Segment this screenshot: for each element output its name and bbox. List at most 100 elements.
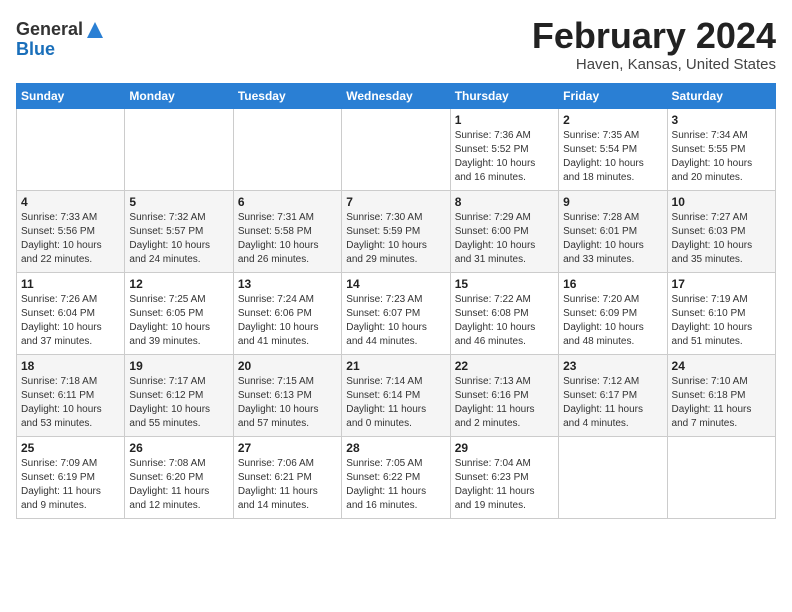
day-number: 25	[21, 441, 120, 455]
day-info: Sunrise: 7:29 AM Sunset: 6:00 PM Dayligh…	[455, 211, 554, 267]
col-header-sunday: Sunday	[17, 83, 125, 108]
calendar-cell: 24 Sunrise: 7:10 AM Sunset: 6:18 PM Dayli…	[667, 354, 775, 436]
week-row-5: 25 Sunrise: 7:09 AM Sunset: 6:19 PM Dayli…	[17, 436, 776, 518]
day-number: 10	[672, 195, 771, 209]
day-info: Sunrise: 7:32 AM Sunset: 5:57 PM Dayligh…	[129, 211, 228, 267]
day-number: 6	[238, 195, 337, 209]
week-row-4: 18Sunrise: 7:18 AM Sunset: 6:11 PM Dayli…	[17, 354, 776, 436]
day-info: Sunrise: 7:06 AM Sunset: 6:21 PM Dayligh…	[238, 457, 337, 513]
day-info: Sunrise: 7:35 AM Sunset: 5:54 PM Dayligh…	[563, 129, 662, 185]
calendar-cell: 12 Sunrise: 7:25 AM Sunset: 6:05 PM Dayli…	[125, 272, 233, 354]
day-info: Sunrise: 7:24 AM Sunset: 6:06 PM Dayligh…	[238, 293, 337, 349]
day-number: 12	[129, 277, 228, 291]
main-title: February 2024	[532, 16, 776, 56]
day-number: 7	[346, 195, 445, 209]
calendar-cell	[17, 108, 125, 190]
calendar-cell: 9 Sunrise: 7:28 AM Sunset: 6:01 PM Daylig…	[559, 190, 667, 272]
day-number: 13	[238, 277, 337, 291]
day-number: 29	[455, 441, 554, 455]
page-container: General Blue February 2024 Haven, Kansas…	[0, 0, 792, 527]
calendar-cell: 19Sunrise: 7:17 AM Sunset: 6:12 PM Dayli…	[125, 354, 233, 436]
day-number: 8	[455, 195, 554, 209]
logo-general-text: General	[16, 20, 83, 40]
subtitle: Haven, Kansas, United States	[532, 56, 776, 73]
col-header-friday: Friday	[559, 83, 667, 108]
day-number: 19	[129, 359, 228, 373]
day-info: Sunrise: 7:18 AM Sunset: 6:11 PM Dayligh…	[21, 375, 120, 431]
day-number: 2	[563, 113, 662, 127]
day-number: 1	[455, 113, 554, 127]
week-row-1: 1 Sunrise: 7:36 AM Sunset: 5:52 PM Daylig…	[17, 108, 776, 190]
day-info: Sunrise: 7:15 AM Sunset: 6:13 PM Dayligh…	[238, 375, 337, 431]
day-number: 5	[129, 195, 228, 209]
calendar-cell: 16Sunrise: 7:20 AM Sunset: 6:09 PM Dayli…	[559, 272, 667, 354]
calendar-cell: 18Sunrise: 7:18 AM Sunset: 6:11 PM Dayli…	[17, 354, 125, 436]
calendar-cell: 14 Sunrise: 7:23 AM Sunset: 6:07 PM Dayli…	[342, 272, 450, 354]
header-row: SundayMondayTuesdayWednesdayThursdayFrid…	[17, 83, 776, 108]
calendar-cell: 13 Sunrise: 7:24 AM Sunset: 6:06 PM Dayli…	[233, 272, 341, 354]
day-info: Sunrise: 7:30 AM Sunset: 5:59 PM Dayligh…	[346, 211, 445, 267]
col-header-thursday: Thursday	[450, 83, 558, 108]
day-number: 21	[346, 359, 445, 373]
day-number: 9	[563, 195, 662, 209]
day-number: 23	[563, 359, 662, 373]
col-header-wednesday: Wednesday	[342, 83, 450, 108]
calendar-cell	[559, 436, 667, 518]
calendar-cell: 25 Sunrise: 7:09 AM Sunset: 6:19 PM Dayli…	[17, 436, 125, 518]
logo: General Blue	[16, 20, 105, 60]
calendar-cell	[125, 108, 233, 190]
day-info: Sunrise: 7:36 AM Sunset: 5:52 PM Dayligh…	[455, 129, 554, 185]
col-header-tuesday: Tuesday	[233, 83, 341, 108]
day-info: Sunrise: 7:22 AM Sunset: 6:08 PM Dayligh…	[455, 293, 554, 349]
day-info: Sunrise: 7:20 AM Sunset: 6:09 PM Dayligh…	[563, 293, 662, 349]
day-info: Sunrise: 7:28 AM Sunset: 6:01 PM Dayligh…	[563, 211, 662, 267]
calendar-cell: 20 Sunrise: 7:15 AM Sunset: 6:13 PM Dayli…	[233, 354, 341, 436]
logo-blue-text: Blue	[16, 40, 105, 60]
calendar-cell: 17 Sunrise: 7:19 AM Sunset: 6:10 PM Dayli…	[667, 272, 775, 354]
calendar-cell	[233, 108, 341, 190]
calendar-cell: 7 Sunrise: 7:30 AM Sunset: 5:59 PM Daylig…	[342, 190, 450, 272]
day-info: Sunrise: 7:05 AM Sunset: 6:22 PM Dayligh…	[346, 457, 445, 513]
calendar-cell: 22Sunrise: 7:13 AM Sunset: 6:16 PM Dayli…	[450, 354, 558, 436]
calendar-cell: 28 Sunrise: 7:05 AM Sunset: 6:22 PM Dayli…	[342, 436, 450, 518]
calendar-cell: 8 Sunrise: 7:29 AM Sunset: 6:00 PM Daylig…	[450, 190, 558, 272]
day-info: Sunrise: 7:31 AM Sunset: 5:58 PM Dayligh…	[238, 211, 337, 267]
day-number: 28	[346, 441, 445, 455]
day-number: 24	[672, 359, 771, 373]
calendar-cell: 27Sunrise: 7:06 AM Sunset: 6:21 PM Dayli…	[233, 436, 341, 518]
calendar-table: SundayMondayTuesdayWednesdayThursdayFrid…	[16, 83, 776, 519]
calendar-cell: 6 Sunrise: 7:31 AM Sunset: 5:58 PM Daylig…	[233, 190, 341, 272]
calendar-cell: 5 Sunrise: 7:32 AM Sunset: 5:57 PM Daylig…	[125, 190, 233, 272]
calendar-cell: 1 Sunrise: 7:36 AM Sunset: 5:52 PM Daylig…	[450, 108, 558, 190]
day-info: Sunrise: 7:12 AM Sunset: 6:17 PM Dayligh…	[563, 375, 662, 431]
day-info: Sunrise: 7:10 AM Sunset: 6:18 PM Dayligh…	[672, 375, 771, 431]
col-header-monday: Monday	[125, 83, 233, 108]
day-info: Sunrise: 7:09 AM Sunset: 6:19 PM Dayligh…	[21, 457, 120, 513]
day-number: 26	[129, 441, 228, 455]
calendar-cell: 15 Sunrise: 7:22 AM Sunset: 6:08 PM Dayli…	[450, 272, 558, 354]
day-number: 22	[455, 359, 554, 373]
day-info: Sunrise: 7:26 AM Sunset: 6:04 PM Dayligh…	[21, 293, 120, 349]
day-info: Sunrise: 7:23 AM Sunset: 6:07 PM Dayligh…	[346, 293, 445, 349]
day-number: 14	[346, 277, 445, 291]
title-block: February 2024 Haven, Kansas, United Stat…	[532, 16, 776, 73]
calendar-cell	[342, 108, 450, 190]
calendar-cell: 2 Sunrise: 7:35 AM Sunset: 5:54 PM Daylig…	[559, 108, 667, 190]
day-number: 17	[672, 277, 771, 291]
day-number: 11	[21, 277, 120, 291]
calendar-cell	[667, 436, 775, 518]
day-info: Sunrise: 7:33 AM Sunset: 5:56 PM Dayligh…	[21, 211, 120, 267]
calendar-cell: 4Sunrise: 7:33 AM Sunset: 5:56 PM Daylig…	[17, 190, 125, 272]
day-info: Sunrise: 7:08 AM Sunset: 6:20 PM Dayligh…	[129, 457, 228, 513]
calendar-cell: 26 Sunrise: 7:08 AM Sunset: 6:20 PM Dayli…	[125, 436, 233, 518]
day-info: Sunrise: 7:14 AM Sunset: 6:14 PM Dayligh…	[346, 375, 445, 431]
day-number: 15	[455, 277, 554, 291]
calendar-cell: 10Sunrise: 7:27 AM Sunset: 6:03 PM Dayli…	[667, 190, 775, 272]
day-number: 20	[238, 359, 337, 373]
header: General Blue February 2024 Haven, Kansas…	[16, 16, 776, 73]
day-info: Sunrise: 7:19 AM Sunset: 6:10 PM Dayligh…	[672, 293, 771, 349]
calendar-cell: 11 Sunrise: 7:26 AM Sunset: 6:04 PM Dayli…	[17, 272, 125, 354]
day-info: Sunrise: 7:25 AM Sunset: 6:05 PM Dayligh…	[129, 293, 228, 349]
logo-icon	[85, 20, 105, 40]
day-info: Sunrise: 7:34 AM Sunset: 5:55 PM Dayligh…	[672, 129, 771, 185]
